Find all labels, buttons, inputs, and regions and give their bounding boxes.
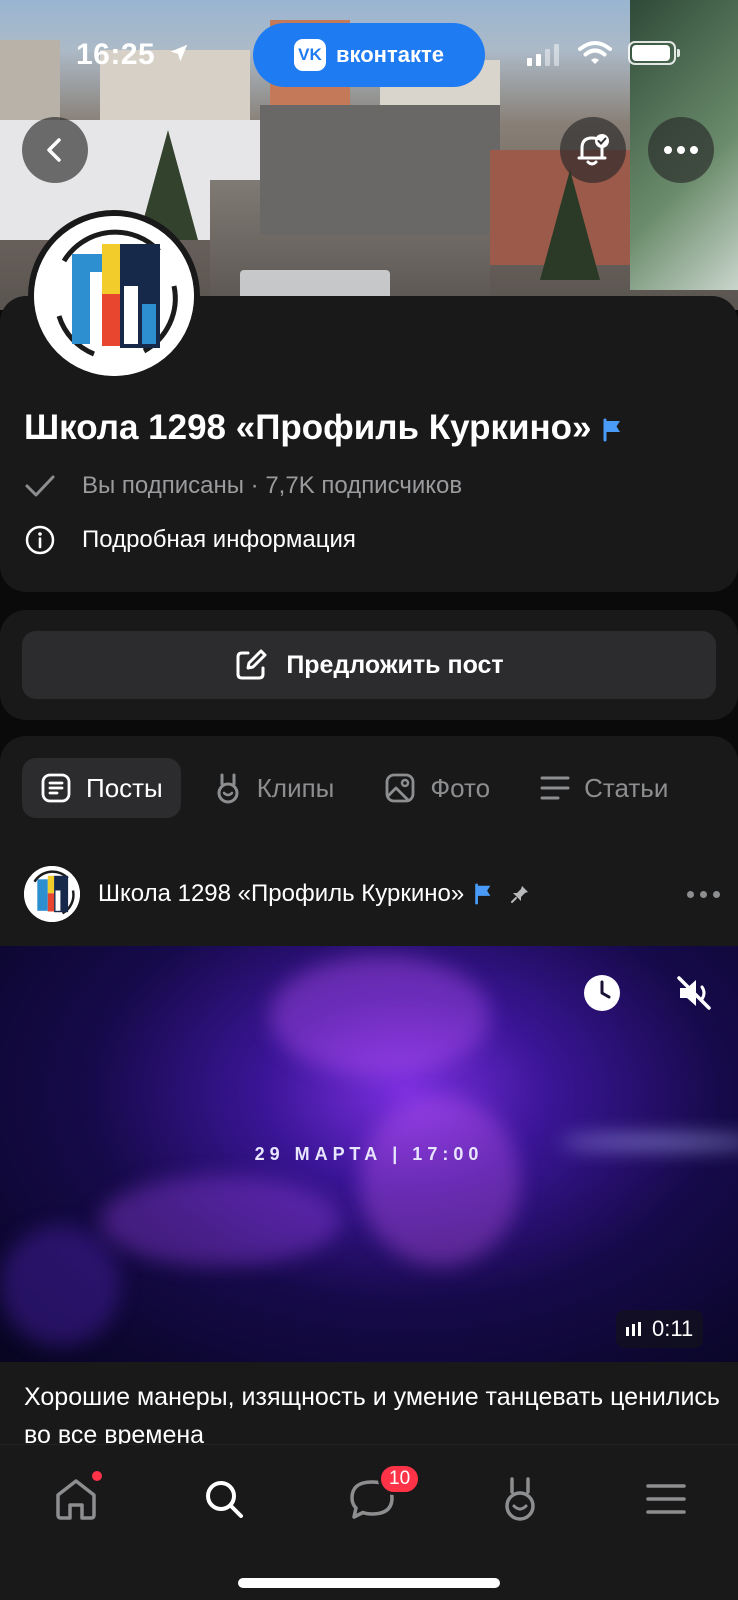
wifi-icon <box>578 41 612 64</box>
tab-articles-label: Статьи <box>584 772 669 803</box>
school-logo-icon <box>24 866 80 922</box>
messages-badge: 10 <box>378 1463 422 1495</box>
post-more-button[interactable] <box>687 890 720 898</box>
subscription-status[interactable]: Вы подписаны · 7,7K подписчиков <box>24 472 462 500</box>
video-duration: 0:11 <box>616 1310 704 1348</box>
school-logo-icon <box>34 216 194 376</box>
status-bar: 16:25 VK вконтакте <box>0 0 738 110</box>
status-time: 16:25 <box>76 38 156 71</box>
tab-photo[interactable]: Фото <box>366 758 508 818</box>
tab-photo-label: Фото <box>430 772 491 803</box>
nav-clips[interactable] <box>490 1469 550 1529</box>
verified-flag-icon <box>475 883 491 905</box>
group-title: Школа 1298 «Профиль Куркино» <box>24 408 624 448</box>
vk-logo-icon: VK <box>293 39 326 71</box>
posts-icon <box>41 773 71 803</box>
verified-flag-icon <box>603 418 620 442</box>
tab-clips-label: Клипы <box>256 772 335 803</box>
clips-icon <box>505 1477 535 1521</box>
post-text: Хорошие манеры, изящность и умение танце… <box>24 1383 720 1449</box>
nav-menu[interactable] <box>636 1469 696 1529</box>
vk-pill-label: вконтакте <box>335 42 444 67</box>
details-label: Подробная информация <box>82 526 356 553</box>
nav-home[interactable] <box>46 1469 106 1529</box>
suggest-post-button[interactable]: Предложить пост <box>22 631 716 699</box>
nav-messages[interactable]: 10 <box>342 1463 422 1529</box>
clips-icon <box>217 773 239 804</box>
info-circle-icon <box>25 525 55 555</box>
mute-icon[interactable] <box>674 973 714 1013</box>
post-author-name[interactable]: Школа 1298 «Профиль Куркино» <box>98 880 464 908</box>
check-icon <box>25 475 55 497</box>
video-duration-text: 0:11 <box>652 1316 694 1341</box>
tab-posts-label: Посты <box>86 772 163 803</box>
details-link[interactable]: Подробная информация <box>24 524 356 556</box>
nav-search[interactable] <box>194 1469 254 1529</box>
post-header: Школа 1298 «Профиль Куркино» <box>22 864 722 924</box>
menu-icon <box>646 1484 686 1514</box>
location-arrow-icon <box>170 44 188 62</box>
pin-icon <box>511 886 529 903</box>
post-author-avatar[interactable] <box>22 864 82 924</box>
more-options-button[interactable] <box>648 117 714 183</box>
home-icon <box>56 1479 96 1520</box>
home-notification-dot <box>92 1471 102 1481</box>
battery-icon <box>628 41 680 65</box>
home-indicator <box>238 1578 500 1588</box>
subscribers-text: Вы подписаны · 7,7K подписчиков <box>82 472 463 499</box>
group-avatar[interactable] <box>28 210 200 382</box>
video-date-text: 29 МАРТА | 17:00 <box>254 1144 484 1164</box>
notifications-button[interactable] <box>560 117 626 183</box>
bell-check-icon <box>577 134 609 166</box>
more-horizontal-icon <box>664 146 698 154</box>
tab-posts[interactable]: Посты <box>22 758 181 818</box>
tab-articles[interactable]: Статьи <box>522 758 686 818</box>
vk-app-pill[interactable]: VK вконтакте <box>253 23 485 87</box>
chevron-left-icon <box>47 138 61 162</box>
articles-icon <box>540 776 570 800</box>
bottom-nav: 10 <box>0 1444 738 1600</box>
tab-clips[interactable]: Клипы <box>195 758 353 818</box>
photo-icon <box>385 773 415 803</box>
back-button[interactable] <box>22 117 88 183</box>
search-icon <box>206 1481 243 1518</box>
edit-icon <box>236 649 267 680</box>
cellular-signal-icon <box>527 44 559 66</box>
views-bars-icon <box>626 1322 641 1336</box>
watch-later-icon[interactable] <box>582 973 622 1013</box>
suggest-post-label: Предложить пост <box>286 650 504 679</box>
content-tabs: Посты Клипы Фото Статьи <box>22 758 686 818</box>
